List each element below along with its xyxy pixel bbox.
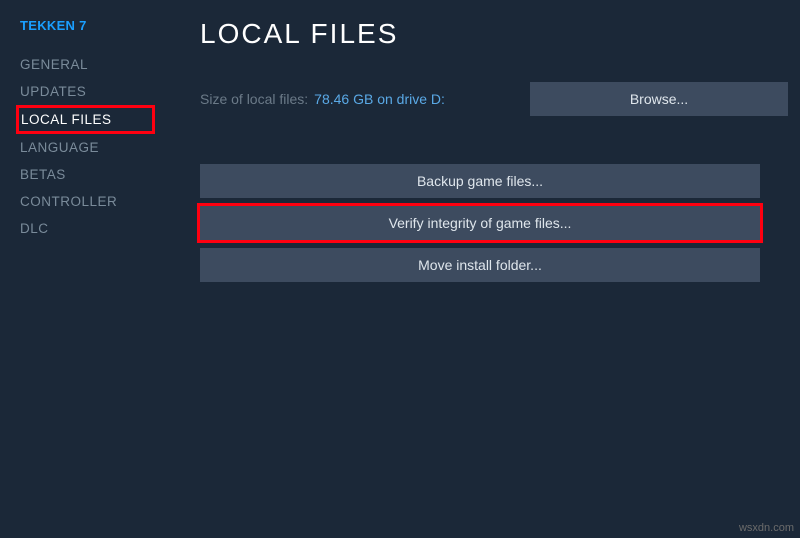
watermark: wsxdn.com [739,522,794,534]
main-panel: LOCAL FILES Size of local files: 78.46 G… [170,0,800,538]
local-size-label: Size of local files: [200,91,308,107]
browse-button[interactable]: Browse... [530,82,788,116]
sidebar-item-local-files[interactable]: LOCAL FILES [16,105,155,134]
move-button[interactable]: Move install folder... [200,248,760,282]
local-size-value: 78.46 GB on drive D: [314,91,445,107]
sidebar-item-general[interactable]: GENERAL [20,51,88,78]
sidebar-item-language[interactable]: LANGUAGE [20,134,99,161]
sidebar-item-controller[interactable]: CONTROLLER [20,188,117,215]
action-buttons: Backup game files... Verify integrity of… [200,164,760,282]
game-title: TEKKEN 7 [20,18,170,33]
backup-button[interactable]: Backup game files... [200,164,760,198]
sidebar: TEKKEN 7 GENERAL UPDATES LOCAL FILES LAN… [0,0,170,538]
page-title: LOCAL FILES [200,18,788,50]
local-size-row: Size of local files: 78.46 GB on drive D… [200,82,788,116]
sidebar-item-betas[interactable]: BETAS [20,161,66,188]
sidebar-item-dlc[interactable]: DLC [20,215,49,242]
sidebar-item-updates[interactable]: UPDATES [20,78,86,105]
verify-button[interactable]: Verify integrity of game files... [200,206,760,240]
